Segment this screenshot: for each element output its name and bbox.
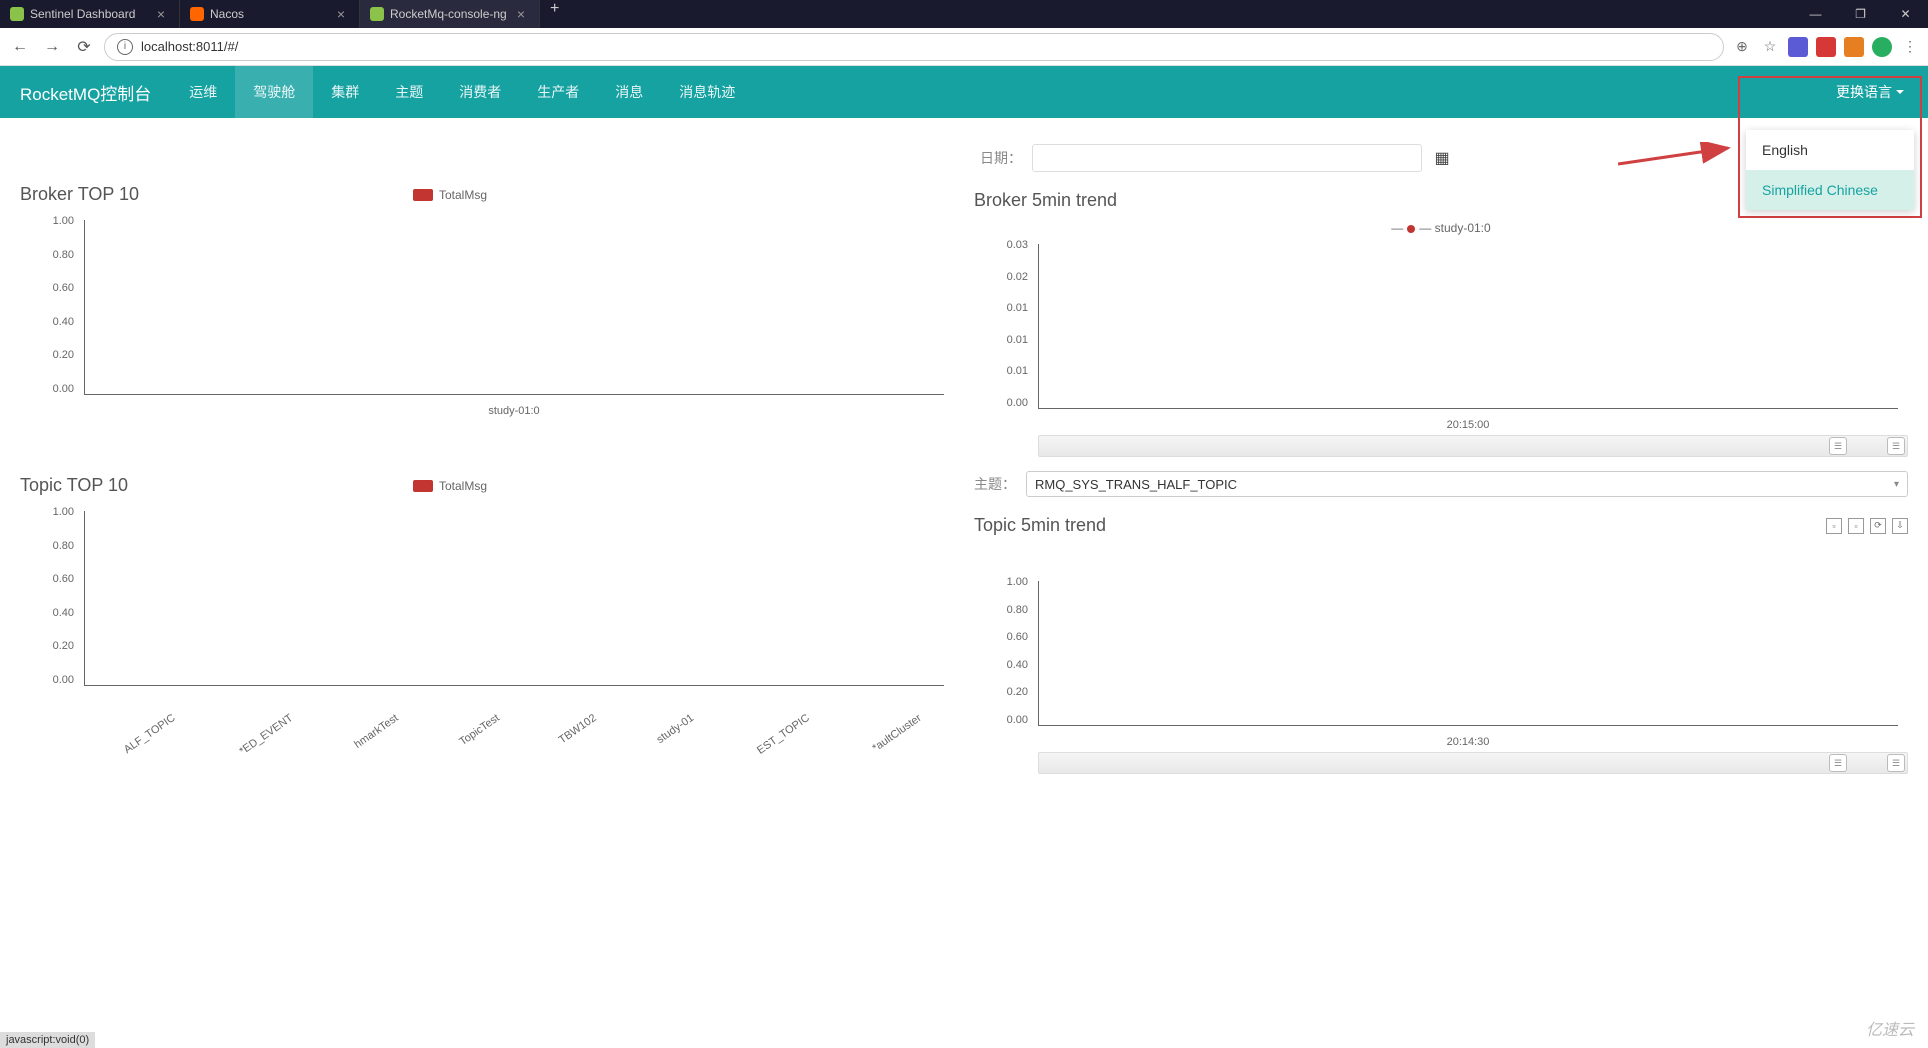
time-range-slider[interactable]: ☰ ☰ (1038, 435, 1908, 457)
time-range-slider[interactable]: ☰ ☰ (1038, 752, 1908, 774)
watermark: 亿速云 (1866, 1016, 1914, 1040)
annotation-arrow (1618, 142, 1738, 172)
reload-button[interactable]: ⟳ (72, 35, 96, 59)
lang-option-english[interactable]: English (1746, 130, 1914, 170)
tab-title: Nacos (210, 7, 244, 21)
chart-broker-top: 1.00 0.80 0.60 0.40 0.20 0.00 study-01:0 (20, 215, 954, 415)
legend-topic-top: TotalMsg (413, 479, 487, 493)
language-switch[interactable]: 更换语言 (1812, 82, 1928, 102)
chart-title-broker-trend: Broker 5min trend (974, 190, 1117, 211)
topic-select[interactable]: RMQ_SYS_TRANS_HALF_TOPIC ▾ (1026, 471, 1908, 497)
extension-icon[interactable] (1788, 37, 1808, 57)
slider-handle-left[interactable]: ☰ (1829, 437, 1847, 455)
chart-title-topic-trend: Topic 5min trend (974, 515, 1106, 536)
browser-tab-strip: Sentinel Dashboard × Nacos × RocketMq-co… (0, 0, 1928, 28)
star-icon[interactable]: ☆ (1760, 37, 1780, 57)
refresh-icon[interactable]: ⟳ (1870, 518, 1886, 534)
chart-title-topic-top: Topic TOP 10 (20, 475, 128, 496)
date-label: 日期： (980, 148, 1022, 168)
search-icon[interactable]: ⊕ (1732, 37, 1752, 57)
forward-button[interactable]: → (40, 35, 64, 59)
legend-label: TotalMsg (439, 188, 487, 202)
url-input[interactable]: i localhost:8011/#/ (104, 33, 1724, 61)
nav-topic[interactable]: 主题 (377, 66, 441, 118)
topic-label: 主题： (974, 474, 1016, 494)
chart-title-broker-top: Broker TOP 10 (20, 184, 139, 205)
caret-down-icon (1896, 90, 1904, 94)
address-bar: ← → ⟳ i localhost:8011/#/ ⊕ ☆ ⋮ (0, 28, 1928, 66)
back-button[interactable]: ← (8, 35, 32, 59)
chart-topic-trend: 1.00 0.80 0.60 0.40 0.20 0.00 20:14:30 (974, 576, 1908, 746)
legend-broker-top: TotalMsg (413, 188, 487, 202)
nav-message-trace[interactable]: 消息轨迹 (661, 66, 753, 118)
zoom-reset-icon[interactable]: ▫ (1848, 518, 1864, 534)
app-navbar: RocketMQ控制台 运维 驾驶舱 集群 主题 消费者 生产者 消息 消息轨迹… (0, 66, 1928, 118)
close-icon[interactable]: × (513, 6, 529, 22)
legend-broker-trend: —— study-01:0 (974, 221, 1908, 235)
profile-icon[interactable] (1872, 37, 1892, 57)
leaf-icon (370, 7, 384, 21)
browser-tab-sentinel[interactable]: Sentinel Dashboard × (0, 0, 180, 28)
slider-handle-right[interactable]: ☰ (1887, 437, 1905, 455)
status-bar: javascript:void(0) (0, 1032, 95, 1048)
legend-swatch-icon (413, 480, 433, 492)
new-tab-button[interactable]: + (540, 0, 569, 28)
nav-ops[interactable]: 运维 (171, 66, 235, 118)
nav-producer[interactable]: 生产者 (519, 66, 597, 118)
language-dropdown: English Simplified Chinese (1746, 130, 1914, 210)
calendar-icon[interactable]: ▦ (1432, 148, 1452, 168)
close-icon[interactable]: × (153, 6, 169, 22)
tab-title: Sentinel Dashboard (30, 7, 135, 21)
browser-tab-nacos[interactable]: Nacos × (180, 0, 360, 28)
slider-handle-left[interactable]: ☰ (1829, 754, 1847, 772)
leaf-icon (10, 7, 24, 21)
date-input[interactable] (1032, 144, 1422, 172)
chart-topic-top: 1.00 0.80 0.60 0.40 0.20 0.00 ALF_TOPIC … (20, 506, 954, 706)
extension-icon[interactable] (1816, 37, 1836, 57)
maximize-button[interactable]: ❐ (1838, 0, 1883, 28)
download-icon[interactable]: ⇩ (1892, 518, 1908, 534)
chart-broker-trend: 0.03 0.02 0.01 0.01 0.01 0.00 20:15:00 (974, 239, 1908, 429)
zoom-icon[interactable]: ▫ (1826, 518, 1842, 534)
extension-icon[interactable] (1844, 37, 1864, 57)
nacos-icon (190, 7, 204, 21)
caret-down-icon: ▾ (1894, 479, 1899, 490)
close-window-button[interactable]: ✕ (1883, 0, 1928, 28)
menu-icon[interactable]: ⋮ (1900, 37, 1920, 57)
url-text: localhost:8011/#/ (141, 39, 238, 54)
lang-option-chinese[interactable]: Simplified Chinese (1746, 170, 1914, 210)
close-icon[interactable]: × (333, 6, 349, 22)
nav-consumer[interactable]: 消费者 (441, 66, 519, 118)
language-label: 更换语言 (1836, 82, 1892, 102)
nav-message[interactable]: 消息 (597, 66, 661, 118)
nav-cluster[interactable]: 集群 (313, 66, 377, 118)
legend-label: TotalMsg (439, 479, 487, 493)
legend-swatch-icon (413, 189, 433, 201)
topic-value: RMQ_SYS_TRANS_HALF_TOPIC (1035, 477, 1237, 492)
nav-dashboard[interactable]: 驾驶舱 (235, 66, 313, 118)
slider-handle-right[interactable]: ☰ (1887, 754, 1905, 772)
tab-title: RocketMq-console-ng (390, 7, 507, 21)
app-brand: RocketMQ控制台 (0, 80, 171, 105)
minimize-button[interactable]: — (1793, 0, 1838, 28)
browser-tab-rocketmq[interactable]: RocketMq-console-ng × (360, 0, 540, 28)
info-icon[interactable]: i (117, 39, 133, 55)
